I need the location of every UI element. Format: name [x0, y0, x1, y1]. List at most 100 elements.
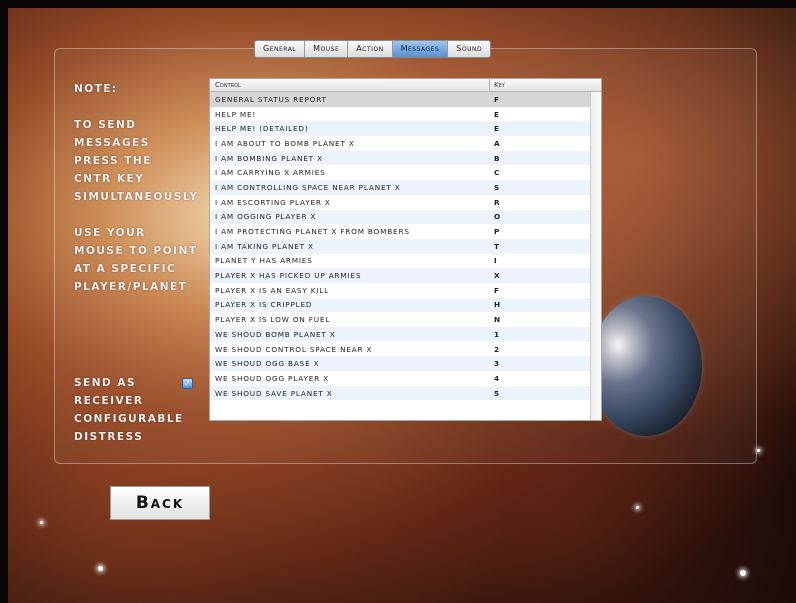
table-scrollbar[interactable]: [590, 92, 601, 420]
table-row[interactable]: Help me! E: [210, 106, 590, 122]
star: [757, 449, 760, 452]
key-cell[interactable]: F: [490, 286, 590, 295]
key-cell[interactable]: e: [490, 124, 590, 133]
send-distress-label: Send as receiver configurable distress: [74, 374, 184, 446]
control-cell: Help me! (detailed): [215, 124, 309, 134]
key-cell[interactable]: B: [490, 154, 590, 163]
back-button[interactable]: Back: [110, 486, 210, 520]
table-row[interactable]: Planet y has armies I: [210, 253, 590, 269]
send-line: receiver: [74, 395, 144, 407]
send-line: Send as: [74, 377, 137, 389]
key-cell[interactable]: N: [490, 315, 590, 324]
star: [636, 506, 639, 509]
control-cell: I am escorting player x: [215, 197, 331, 207]
check-icon: ✓: [184, 379, 191, 388]
table-row[interactable]: Help me! (detailed) e: [210, 121, 590, 137]
star: [40, 521, 43, 524]
table-row[interactable]: I am protecting planet x from bombers P: [210, 224, 590, 239]
mouse-line: Use your: [74, 227, 146, 239]
key-cell[interactable]: F: [490, 95, 590, 104]
control-cell: We shoud bomb planet x: [215, 329, 336, 339]
table-row[interactable]: [210, 400, 590, 416]
mouse-line: mouse to point: [74, 245, 198, 257]
tab-general[interactable]: General: [255, 41, 306, 57]
column-header-key[interactable]: Key: [490, 79, 601, 91]
mouse-line: at a specific: [74, 263, 177, 275]
control-cell: We shoud save planet x: [215, 388, 333, 398]
control-cell: I am controlling space near planet x: [215, 182, 401, 192]
table-row[interactable]: General status report F: [210, 92, 590, 107]
table-row[interactable]: Player x is crippled H: [210, 297, 590, 313]
control-cell: I am taking planet x: [215, 241, 314, 251]
key-cell[interactable]: H: [490, 300, 590, 309]
note-instructions: To send messages press the CNTR key simu…: [74, 116, 199, 206]
control-cell: We shoud control space near x: [215, 344, 373, 354]
settings-tabs: General Mouse Action Messages Sound: [254, 40, 492, 58]
send-line: configurable: [74, 413, 184, 425]
control-cell: Player x has picked up armies: [215, 271, 362, 281]
table-row[interactable]: I am escorting player x R: [210, 194, 590, 210]
table-row[interactable]: We shoud ogg player x 4: [210, 371, 590, 386]
key-cell[interactable]: 5: [490, 389, 590, 398]
table-row[interactable]: We shoud control space near x 2: [210, 341, 590, 357]
send-line: distress: [74, 431, 144, 443]
note-title: Note:: [74, 83, 118, 95]
key-cell[interactable]: c: [490, 168, 590, 177]
table-row[interactable]: I am bombing planet x B: [210, 150, 590, 166]
key-cell[interactable]: T: [490, 242, 590, 251]
table-row[interactable]: Player x is low on fuel N: [210, 312, 590, 327]
key-cell[interactable]: 2: [490, 345, 590, 354]
control-cell: Player x is an easy kill: [215, 285, 329, 295]
control-cell: We shoud ogg player x: [215, 373, 329, 383]
table-row[interactable]: We shoud ogg base x 3: [210, 356, 590, 372]
key-cell[interactable]: S: [490, 183, 590, 192]
note-line: To send: [74, 119, 137, 131]
control-cell: I am carrying x armies: [215, 168, 326, 178]
key-cell[interactable]: X: [490, 271, 590, 280]
table-header: Control Key: [210, 79, 601, 92]
table-row[interactable]: I am controlling space near planet x S: [210, 180, 590, 195]
control-cell: Player x is low on fuel: [215, 315, 331, 325]
tab-sound[interactable]: Sound: [448, 41, 490, 57]
control-cell: I am protecting planet x from bombers: [215, 227, 410, 237]
control-cell: I am ogging player x: [215, 212, 317, 222]
table-body: General status report F Help me! E Help me! …: [210, 92, 590, 416]
tab-messages[interactable]: Messages: [392, 41, 449, 57]
control-cell: Planet y has armies: [215, 256, 313, 266]
key-cell[interactable]: 1: [490, 330, 590, 339]
key-cell[interactable]: I: [490, 256, 590, 265]
key-cell[interactable]: 4: [490, 374, 590, 383]
send-distress-checkbox[interactable]: ✓: [182, 378, 193, 389]
key-cell[interactable]: R: [490, 198, 590, 207]
control-cell: Player x is crippled: [215, 300, 313, 310]
table-row[interactable]: I am about to bomb planet x A: [210, 136, 590, 151]
mouse-line: player/planet: [74, 281, 188, 293]
table-row[interactable]: I am taking planet x T: [210, 238, 590, 254]
note-line: CNTR key: [74, 173, 145, 185]
mouse-instructions: Use your mouse to point at a specific pl…: [74, 224, 198, 296]
tab-action[interactable]: Action: [348, 41, 393, 57]
table-row[interactable]: I am carrying x armies c: [210, 165, 590, 181]
control-cell: General status report: [215, 94, 327, 104]
key-cell[interactable]: A: [490, 139, 590, 148]
control-cell: We shoud ogg base x: [215, 359, 320, 369]
column-header-control[interactable]: Control: [210, 79, 490, 91]
key-cell[interactable]: O: [490, 212, 590, 221]
table-row[interactable]: We shoud bomb planet x 1: [210, 327, 590, 342]
note-line: press the: [74, 155, 152, 167]
control-cell: I am about to bomb planet x: [215, 138, 355, 148]
table-row[interactable]: Player x has picked up armies X: [210, 268, 590, 283]
table-row[interactable]: We shoud save planet x 5: [210, 385, 590, 401]
messages-table: Control Key General status report F Help m…: [209, 78, 602, 421]
control-cell: Help me!: [215, 109, 257, 119]
key-cell[interactable]: 3: [490, 359, 590, 368]
note-line: simultaneously: [74, 191, 199, 203]
table-row[interactable]: Player x is an easy kill F: [210, 282, 590, 298]
table-row[interactable]: I am ogging player x O: [210, 209, 590, 225]
key-cell[interactable]: P: [490, 227, 590, 236]
star: [98, 566, 103, 571]
star: [740, 570, 746, 576]
key-cell[interactable]: E: [490, 110, 590, 119]
tab-mouse[interactable]: Mouse: [305, 41, 349, 57]
note-line: messages: [74, 137, 150, 149]
